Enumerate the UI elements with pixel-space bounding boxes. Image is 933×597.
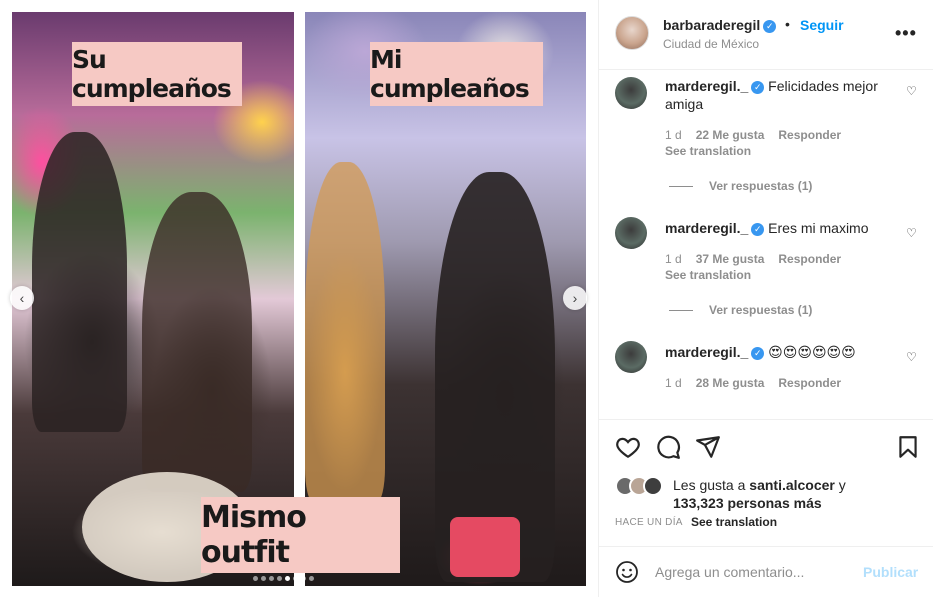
carousel-dots — [253, 576, 314, 581]
liker-username[interactable]: santi.alcocer — [749, 477, 835, 493]
likes-count[interactable]: 133,323 personas más — [673, 495, 822, 511]
heart-outline-icon: ♡ — [906, 350, 917, 364]
verified-badge-icon: ✓ — [751, 80, 765, 94]
publish-button[interactable]: Publicar — [863, 564, 918, 580]
carousel-dot — [301, 576, 306, 581]
comment-see-translation[interactable]: See translation — [665, 144, 751, 158]
likes-text: Les gusta a santi.alcocer y 133,323 pers… — [673, 476, 923, 512]
post-sidebar: barbaraderegil ✓ • Seguir Ciudad de Méxic… — [598, 0, 933, 597]
post-actions: Les gusta a santi.alcocer y 133,323 pers… — [599, 419, 933, 545]
caption-mismo-outfit: Mismo outfit — [201, 497, 400, 573]
avatar[interactable] — [615, 16, 649, 50]
carousel-dot — [269, 576, 274, 581]
heart-icon[interactable] — [615, 434, 641, 460]
caption-su-cumpleanos: Su cumpleaños — [72, 42, 242, 106]
heart-outline-icon: ♡ — [906, 226, 917, 240]
comment-like-button[interactable]: ♡ — [906, 84, 917, 98]
view-replies-label[interactable]: Ver respuestas (1) — [709, 179, 812, 193]
comment-likes[interactable]: 22 Me gusta — [696, 128, 765, 142]
comment-input[interactable] — [655, 559, 845, 585]
comment-meta: 1 d 22 Me gusta Responder — [665, 128, 855, 142]
view-replies-button[interactable]: Ver respuestas (1) — [669, 303, 812, 317]
comment-likes[interactable]: 28 Me gusta — [696, 376, 765, 390]
comments-list: marderegil._ ✓ Felicidades mejor amiga ♡ … — [599, 71, 933, 419]
comment-avatar[interactable] — [615, 341, 647, 373]
comment-icon[interactable] — [655, 434, 681, 460]
more-options-button[interactable]: ••• — [895, 24, 917, 42]
post-media: Su cumpleaños Mi cumpleaños Mismo outfit… — [0, 0, 598, 597]
divider-line — [669, 185, 693, 187]
comment-time: 1 d — [665, 128, 682, 142]
add-comment-bar: Publicar — [599, 546, 933, 597]
heart-outline-icon: ♡ — [906, 84, 917, 98]
comment-avatar[interactable] — [615, 217, 647, 249]
chevron-right-icon: › — [572, 290, 578, 306]
verified-badge-icon: ✓ — [751, 346, 765, 360]
carousel-dot — [253, 576, 258, 581]
chevron-left-icon: ‹ — [19, 290, 25, 306]
liker-avatar[interactable] — [643, 476, 663, 496]
comment-see-translation[interactable]: See translation — [665, 268, 751, 282]
comment-body: marderegil._ ✓ Felicidades mejor amiga — [665, 77, 905, 113]
carousel-dot — [309, 576, 314, 581]
divider-line — [669, 309, 693, 311]
view-replies-button[interactable]: Ver respuestas (1) — [669, 179, 812, 193]
comment-reply-button[interactable]: Responder — [778, 376, 841, 390]
carousel-prev-button[interactable]: ‹ — [10, 286, 34, 310]
carousel-dot-active — [285, 576, 290, 581]
verified-badge-icon: ✓ — [763, 19, 777, 33]
post-header: barbaraderegil ✓ • Seguir Ciudad de Méxic… — [599, 0, 933, 70]
post-see-translation[interactable]: See translation — [691, 515, 777, 529]
emoji-icon[interactable] — [615, 560, 639, 584]
paper-plane-icon[interactable] — [695, 434, 721, 460]
username-text[interactable]: barbaraderegil — [663, 17, 760, 33]
verified-badge-icon: ✓ — [751, 222, 765, 236]
comment-avatar[interactable] — [615, 77, 647, 109]
carousel-dot — [277, 576, 282, 581]
post-timestamp[interactable]: HACE UN DÍA — [615, 517, 683, 528]
comment-like-button[interactable]: ♡ — [906, 226, 917, 240]
comment-meta: 1 d 37 Me gusta Responder — [665, 252, 855, 266]
separator-dot: • — [785, 16, 790, 32]
comment-time: 1 d — [665, 376, 682, 390]
comment-username[interactable]: marderegil._ — [665, 78, 748, 94]
comment-text: Eres mi maximo — [768, 220, 869, 236]
post-location[interactable]: Ciudad de México — [663, 37, 759, 51]
caption-mi-cumpleanos: Mi cumpleaños — [370, 42, 543, 106]
comment-like-button[interactable]: ♡ — [906, 350, 917, 364]
post-username[interactable]: barbaraderegil ✓ — [663, 17, 777, 33]
view-replies-label[interactable]: Ver respuestas (1) — [709, 303, 812, 317]
bookmark-icon[interactable] — [895, 434, 921, 460]
comment-reply-button[interactable]: Responder — [778, 252, 841, 266]
comment-likes[interactable]: 37 Me gusta — [696, 252, 765, 266]
carousel-next-button[interactable]: › — [563, 286, 587, 310]
carousel-dot — [293, 576, 298, 581]
comment-reply-button[interactable]: Responder — [778, 128, 841, 142]
follow-button[interactable]: Seguir — [800, 17, 844, 33]
likes-prefix: Les gusta a — [673, 477, 746, 493]
comment-username[interactable]: marderegil._ — [665, 344, 748, 360]
comment-text: 😍😍😍😍😍😍 — [768, 344, 856, 360]
likes-joiner: y — [838, 477, 846, 493]
comment-meta: 1 d 28 Me gusta Responder — [665, 376, 855, 390]
comment-body: marderegil._ ✓ Eres mi maximo — [665, 219, 905, 237]
comment-username[interactable]: marderegil._ — [665, 220, 748, 236]
carousel-dot — [261, 576, 266, 581]
comment-body: marderegil._ ✓ 😍😍😍😍😍😍 — [665, 343, 905, 361]
comment-time: 1 d — [665, 252, 682, 266]
